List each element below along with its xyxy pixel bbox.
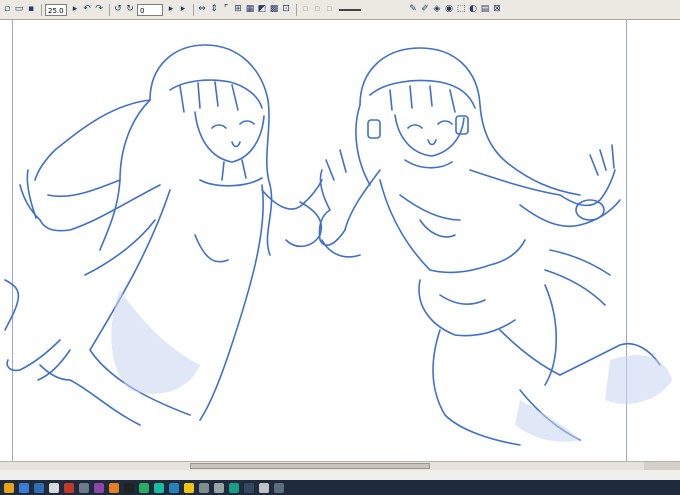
task-icon-5[interactable] (64, 482, 74, 493)
play-icon[interactable]: ▸ (178, 4, 188, 16)
new-icon[interactable]: ▫ (2, 4, 12, 16)
taskbar (0, 480, 680, 495)
task-icon-6[interactable] (79, 482, 89, 493)
redo-icon[interactable]: ↷ (94, 4, 104, 16)
task-icon-13[interactable] (184, 482, 194, 493)
pen-icon[interactable]: ✎ (408, 4, 418, 16)
eraser-icon[interactable]: ◈ (432, 4, 442, 16)
toolbar-separator (109, 3, 110, 16)
sketch-artwork (4, 44, 672, 446)
rotate-right-icon[interactable]: ↻ (125, 4, 135, 16)
task-icon-3[interactable] (34, 482, 44, 493)
task-icon-1[interactable] (4, 482, 14, 493)
open-icon[interactable]: ▭ (14, 4, 24, 16)
task-icon-12[interactable] (169, 482, 179, 493)
task-icon-19[interactable] (274, 482, 284, 493)
save-icon[interactable]: ▪ (26, 4, 36, 16)
layer-icon[interactable]: ▤ (480, 4, 490, 16)
task-icon-11[interactable] (154, 482, 164, 493)
disabled-icon-3: ▫ (325, 4, 333, 14)
task-icon-8[interactable] (109, 482, 119, 493)
select-icon[interactable]: ⬚ (456, 4, 466, 16)
task-icon-18[interactable] (259, 482, 269, 493)
task-icon-15[interactable] (214, 482, 224, 493)
task-icon-7[interactable] (94, 482, 104, 493)
status-strip (0, 470, 680, 480)
disabled-icon-1: ▫ (301, 4, 309, 14)
scrollbar-thumb[interactable] (190, 463, 430, 469)
fit-width-icon[interactable]: ⊞ (233, 4, 243, 16)
transform-icon[interactable]: ◐ (468, 4, 478, 16)
undo-icon[interactable]: ↶ (82, 4, 92, 16)
task-icon-2[interactable] (19, 482, 29, 493)
zoom-input[interactable]: 25.0 (45, 3, 67, 16)
fill-icon[interactable]: ◉ (444, 4, 454, 16)
task-icon-17[interactable] (244, 482, 254, 493)
grid-icon[interactable]: ▩ (269, 4, 279, 16)
task-icon-10[interactable] (139, 482, 149, 493)
task-icon-9[interactable] (124, 482, 134, 493)
ruler-icon[interactable]: ⊡ (281, 4, 291, 16)
toolbar-separator (41, 3, 42, 16)
main-toolbar: ▫ ▭ ▪ 25.0 ▸ ↶ ↷ ↺ ↻ 0 ▸ ▸ ⇔ ⇕ ⌜ ⊞ ▦ ◩ ▩… (0, 0, 680, 20)
reset-icon[interactable]: ◩ (257, 4, 267, 16)
toolbar-divider-line (339, 8, 361, 11)
task-icon-14[interactable] (199, 482, 209, 493)
rotate-left-icon[interactable]: ↺ (113, 4, 123, 16)
flip-horizontal-icon[interactable]: ⇔ (197, 4, 207, 16)
drawing-canvas[interactable] (0, 20, 680, 461)
toolbar-separator (296, 3, 297, 16)
actual-size-icon[interactable]: ▦ (245, 4, 255, 16)
toolbar-separator (193, 3, 194, 16)
close-icon[interactable]: ⊠ (492, 4, 502, 16)
sketch-shading (111, 290, 672, 442)
rotation-dropdown-icon[interactable]: ▸ (166, 4, 176, 16)
task-icon-4[interactable] (49, 482, 59, 493)
fit-icon[interactable]: ⌜ (221, 4, 231, 16)
flip-vertical-icon[interactable]: ⇕ (209, 4, 219, 16)
disabled-icon-2: ▫ (313, 4, 321, 14)
task-icon-16[interactable] (229, 482, 239, 493)
brush-icon[interactable]: ✐ (420, 4, 430, 16)
rotation-input[interactable]: 0 (137, 3, 163, 16)
zoom-dropdown-icon[interactable]: ▸ (70, 4, 80, 16)
